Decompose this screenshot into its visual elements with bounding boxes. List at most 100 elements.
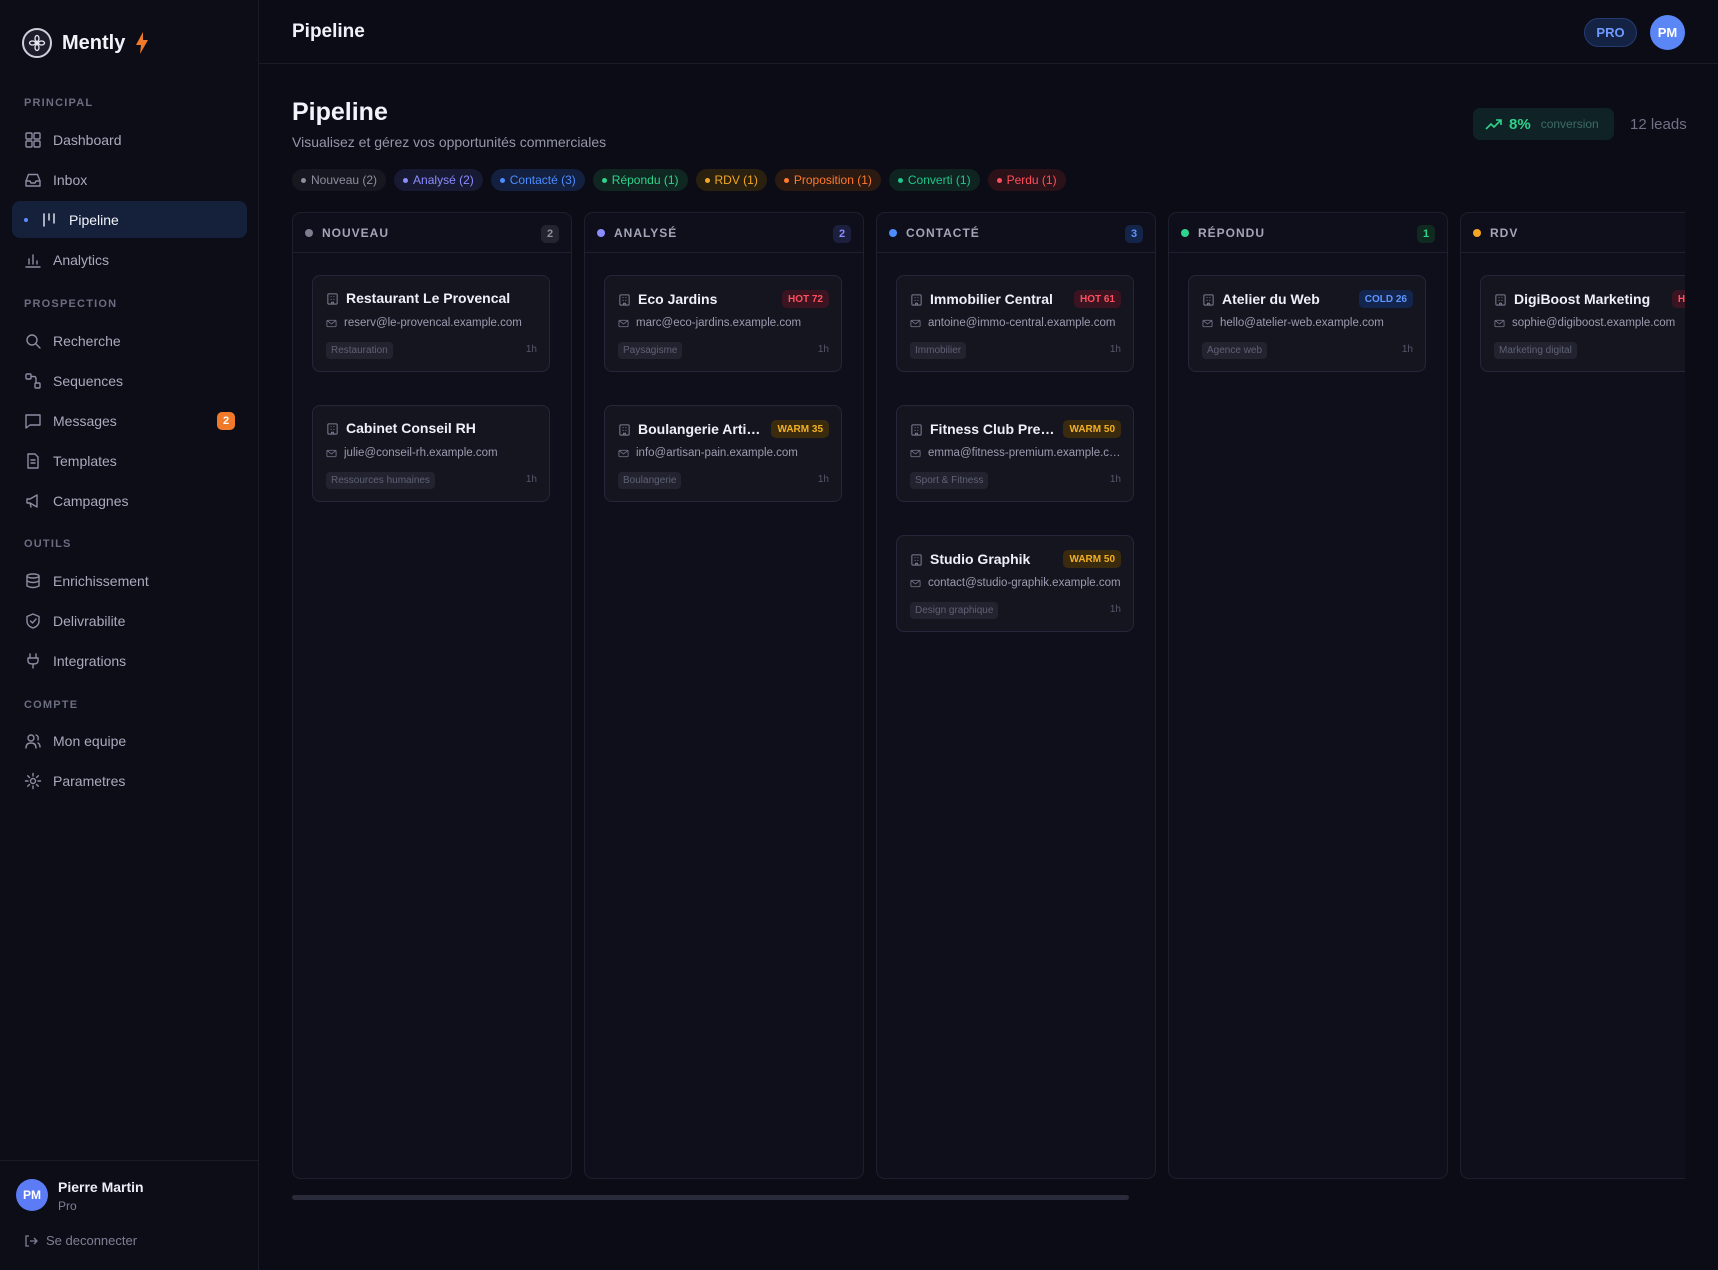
building-icon [911,423,922,436]
industry-tag: Immobilier [910,342,967,359]
page-title: Pipeline [292,98,388,126]
conversion-stat: 8% conversion [1473,108,1614,140]
lead-name: Fitness Club Premium [930,421,1057,437]
database-icon [26,572,40,588]
sidebar-item-dashboard[interactable]: Dashboard [12,121,247,158]
lead-card[interactable]: Immobilier Central HOT 61 antoine@immo-cen… [896,275,1134,372]
sidebar-item-inbox[interactable]: Inbox [12,161,247,198]
column-count-badge: 3 [1125,225,1143,243]
sidebar-item-recherche[interactable]: Recherche [12,322,247,359]
lead-card[interactable]: Fitness Club Premium WARM 50 emma@fitness-… [896,405,1134,502]
lead-age: 1h [1109,344,1121,355]
sidebar: Mently PRINCIPAL Dashboard Inbox Pipeline An… [0,0,259,1270]
lead-card[interactable]: Studio Graphik WARM 50 contact@studio-grap… [896,535,1134,632]
industry-tag: Marketing digital [1494,342,1577,359]
sequence-icon [25,372,41,389]
filter-chip[interactable]: Nouveau (2) [292,169,387,191]
sidebar-item-delivrabilite[interactable]: Delivrabilite [12,602,247,639]
lead-age: 1h [525,474,537,485]
pipeline-column: NOUVEAU 2 Restaurant Le Provencal reserv@le… [292,212,572,1179]
sidebar-item-messages[interactable]: Messages 2 [12,402,247,439]
pipeline-board: NOUVEAU 2 Restaurant Le Provencal reserv@le… [292,212,1685,1180]
filter-chip[interactable]: Analysé (2) [394,169,483,191]
sidebar-item-sequences[interactable]: Sequences [12,362,247,399]
mail-icon [910,449,921,457]
section-title-prospection: PROSPECTION [24,298,118,310]
status-dot [403,177,409,183]
unread-badge: 2 [217,411,235,430]
lead-score-badge: HOT 61 [1073,290,1121,308]
plan-badge[interactable]: PRO [1584,18,1637,47]
lead-card[interactable]: Cabinet Conseil RH julie@conseil-rh.examp… [312,405,550,502]
sidebar-item-label: Delivrabilite [53,612,126,629]
filter-chip[interactable]: RDV (1) [695,169,767,191]
industry-tag: Restauration [326,342,393,359]
section-title-compte: COMPTE [24,699,79,711]
lead-card[interactable]: Restaurant Le Provencal reserv@le-provenc… [312,275,550,372]
sidebar-item-integrations[interactable]: Integrations [12,642,247,679]
column-header: RÉPONDU 1 [1169,213,1447,253]
pipeline-column: RÉPONDU 1 Atelier du Web COLD 26 hello@ateli… [1168,212,1448,1179]
conversion-label: conversion [1540,117,1599,131]
lead-email: antoine@immo-central.example.com [928,317,1116,329]
lead-name: Boulangerie Artisan Pain [638,421,765,437]
brand[interactable]: Mently [22,28,149,58]
status-dot [783,177,789,183]
status-dot [889,228,897,237]
industry-tag: Ressources humaines [326,472,435,489]
sidebar-item-analytics[interactable]: Analytics [12,241,247,278]
lead-email: info@artisan-pain.example.com [636,447,798,459]
horizontal-scrollbar[interactable] [292,1195,1129,1200]
header-avatar[interactable]: PM [1650,15,1685,50]
mail-icon [618,319,629,327]
inbox-icon [25,173,41,187]
filter-chip[interactable]: Perdu (1) [987,169,1066,191]
lead-card[interactable]: Atelier du Web COLD 26 hello@atelier-web.e… [1188,275,1426,372]
mail-icon [1494,319,1505,327]
building-icon [619,293,630,306]
column-title: NOUVEAU [322,225,390,240]
avatar[interactable]: PM [16,1179,48,1211]
pipeline-column: ANALYSÉ 2 Eco Jardins HOT 72 marc@eco-jardin… [584,212,864,1179]
lead-email: reserv@le-provencal.example.com [344,317,522,329]
filter-chip-label: RDV (1) [714,173,758,187]
sidebar-item-label: Pipeline [69,211,119,228]
sidebar-item-pipeline[interactable]: Pipeline [12,201,247,238]
message-icon [25,413,41,429]
lead-name: Immobilier Central [930,291,1053,307]
lead-email: hello@atelier-web.example.com [1220,317,1384,329]
lead-card[interactable]: Eco Jardins HOT 72 marc@eco-jardins.exampl… [604,275,842,372]
filter-chip-label: Proposition (1) [793,173,872,187]
lead-card[interactable]: DigiBoost Marketing HOT sophie@digiboost.e… [1480,275,1685,372]
pipeline-column: RDV1 DigiBoost Marketing HOT sophie@digiboo… [1460,212,1685,1179]
sidebar-item-templates[interactable]: Templates [12,442,247,479]
sidebar-item-mon-equipe[interactable]: Mon equipe [12,722,247,759]
logout-button[interactable]: Se deconnecter [24,1233,137,1248]
lead-age: 1h [817,474,829,485]
file-icon [27,452,39,469]
column-title: CONTACTÉ [906,225,980,240]
shield-icon [26,612,40,629]
filter-chip[interactable]: Converti (1) [888,169,980,191]
filter-chip[interactable]: Répondu (1) [592,169,688,191]
sidebar-item-enrichissement[interactable]: Enrichissement [12,562,247,599]
industry-tag: Boulangerie [618,472,682,489]
sidebar-item-label: Mon equipe [53,732,127,749]
filter-chip-label: Converti (1) [907,173,971,187]
status-dot [704,177,710,183]
filter-chip[interactable]: Contacté (3) [490,169,585,191]
lead-card[interactable]: Boulangerie Artisan Pain WARM 35 info@arti… [604,405,842,502]
status-dot [601,177,607,183]
search-icon [26,333,41,349]
column-title: RDV [1490,225,1519,240]
header-title: Pipeline [292,21,365,42]
stage-filters: Nouveau (2) Analysé (2) Contacté (3) Répond… [292,169,1066,191]
sidebar-item-parametres[interactable]: Parametres [12,762,247,799]
lead-email: contact@studio-graphik.example.com [928,577,1121,589]
filter-chip[interactable]: Proposition (1) [774,169,881,191]
lead-age: 1h [817,344,829,355]
column-header: RDV1 [1461,213,1685,253]
sidebar-item-campagnes[interactable]: Campagnes [12,482,247,519]
sidebar-item-label: Inbox [53,171,88,188]
logout-label: Se deconnecter [46,1233,138,1248]
